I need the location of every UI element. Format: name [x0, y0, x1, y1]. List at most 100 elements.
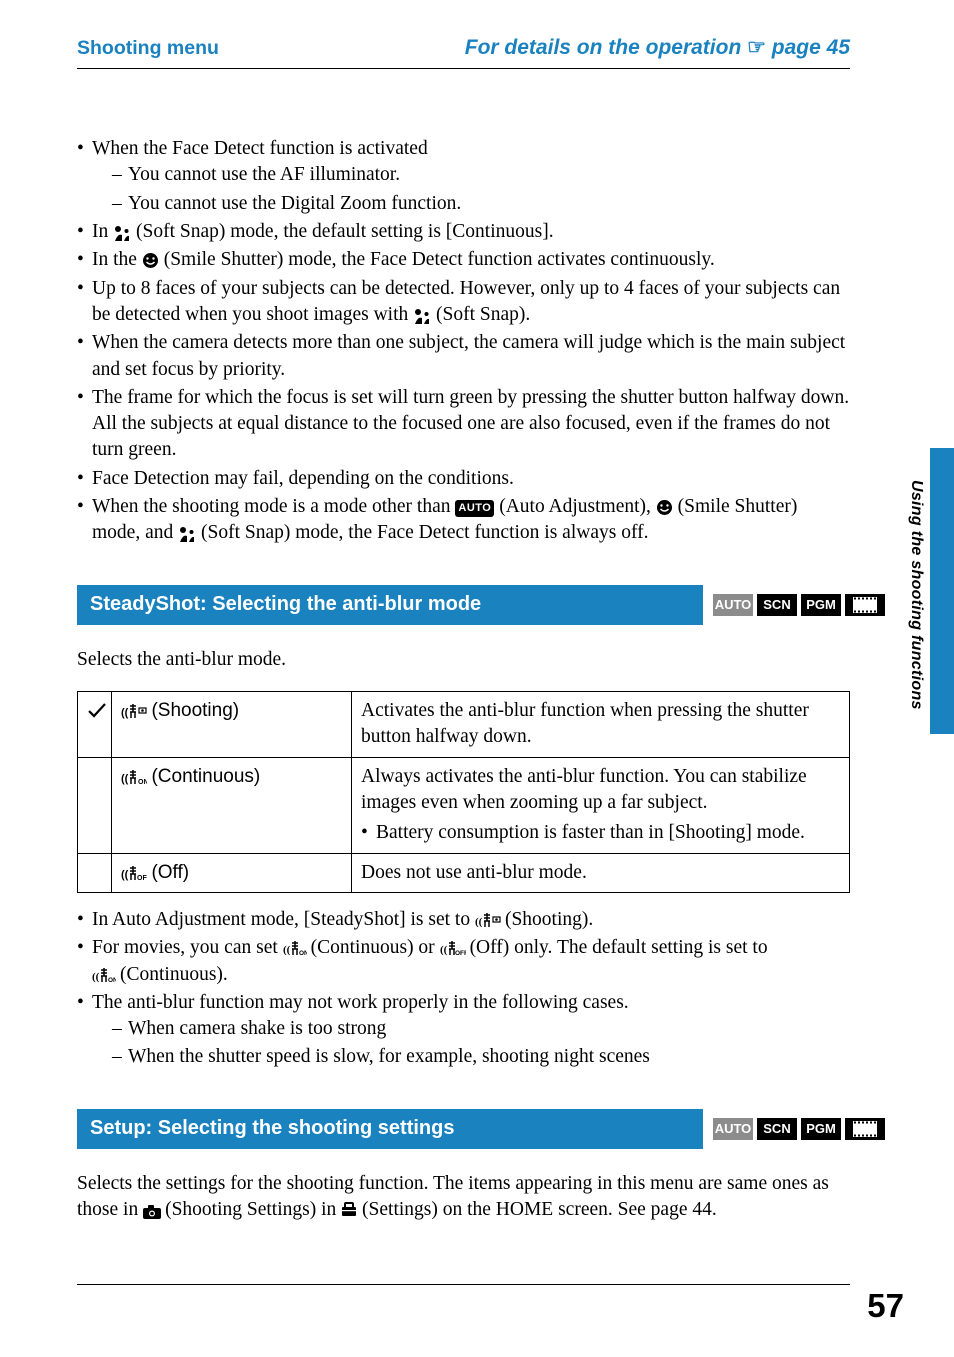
setup-description: Selects the settings for the shooting fu… — [77, 1171, 850, 1224]
face-detect-notes: When the Face Detect function is activat… — [77, 136, 850, 547]
table-row: (( ON (Continuous) Always activates the a… — [78, 757, 850, 853]
side-section-label: Using the shooting functions — [905, 480, 927, 710]
svg-text:((: (( — [440, 944, 448, 956]
mode-availability-badges: AUTO SCN PGM — [713, 1118, 885, 1140]
option-note: Battery consumption is faster than in [S… — [361, 820, 840, 846]
note-item: When the Face Detect function is activat… — [77, 136, 850, 217]
note-text: (Soft Snap) mode, the Face Detect functi… — [196, 522, 648, 543]
sub-note: When the shutter speed is slow, for exam… — [112, 1044, 850, 1070]
pointing-hand-icon: ☞ — [747, 36, 766, 59]
note-item: In Auto Adjustment mode, [SteadyShot] is… — [77, 907, 850, 933]
steadyshot-notes: In Auto Adjustment mode, [SteadyShot] is… — [77, 907, 850, 1071]
header-rule — [77, 68, 850, 69]
smile-shutter-icon — [142, 250, 159, 273]
note-text: When the Face Detect function is activat… — [92, 138, 428, 159]
steadyshot-options-table: (( (Shooting) Activates the anti-blur fu… — [77, 691, 850, 893]
desc-text: (Settings) on the HOME screen. See page … — [362, 1199, 717, 1220]
steadyshot-shooting-icon: (( — [475, 913, 505, 930]
note-text: (Shooting). — [505, 909, 593, 930]
badge-scn: SCN — [757, 1118, 797, 1140]
note-item: When the shooting mode is a mode other t… — [77, 494, 850, 547]
svg-text:OFF: OFF — [137, 875, 147, 882]
option-name-text: (Continuous) — [151, 766, 260, 787]
soft-snap-icon — [178, 523, 196, 546]
svg-text:((: (( — [92, 971, 100, 983]
option-name-text: (Shooting) — [151, 700, 239, 721]
table-row: (( (Shooting) Activates the anti-blur fu… — [78, 692, 850, 758]
note-item: The anti-blur function may not work prop… — [77, 990, 850, 1071]
side-tab-marker — [930, 448, 954, 734]
op-link-page: page 45 — [766, 36, 850, 59]
badge-auto: AUTO — [713, 594, 753, 616]
badge-scn: SCN — [757, 594, 797, 616]
op-link-prefix: For details on the operation — [465, 36, 747, 59]
option-desc-text: Always activates the anti-blur function.… — [361, 766, 807, 813]
steadyshot-continuous-icon: (( ON — [92, 968, 120, 985]
note-text: (Smile Shutter) mode, the Face Detect fu… — [159, 249, 715, 270]
note-text: When the shooting mode is a mode other t… — [92, 496, 455, 517]
svg-text:((: (( — [475, 916, 483, 928]
option-label-shooting: (( (Shooting) — [112, 692, 352, 758]
smile-shutter-icon — [656, 497, 673, 520]
empty-cell — [78, 853, 112, 892]
svg-text:((: (( — [121, 773, 129, 785]
breadcrumb-section: Shooting menu — [77, 35, 219, 61]
badge-movie-icon — [845, 594, 885, 616]
soft-snap-icon — [113, 222, 131, 245]
option-label-continuous: (( ON (Continuous) — [112, 757, 352, 853]
steadyshot-off-icon: (( OFF — [121, 866, 151, 883]
note-text: (Off) only. The default setting is set t… — [470, 937, 768, 958]
svg-text:ON: ON — [138, 779, 147, 786]
note-item: Up to 8 faces of your subjects can be de… — [77, 276, 850, 329]
note-text: (Soft Snap). — [431, 304, 530, 325]
note-item: When the camera detects more than one su… — [77, 330, 850, 383]
steadyshot-continuous-icon: (( ON — [121, 770, 151, 787]
sub-note: You cannot use the AF illuminator. — [112, 162, 850, 188]
option-label-off: (( OFF (Off) — [112, 853, 352, 892]
steadyshot-shooting-icon: (( — [121, 704, 151, 721]
steadyshot-continuous-icon: (( ON — [283, 941, 311, 958]
badge-pgm: PGM — [801, 1118, 841, 1140]
steadyshot-intro: Selects the anti-blur mode. — [77, 647, 850, 673]
note-text: In the — [92, 249, 142, 270]
sub-note: When camera shake is too strong — [112, 1016, 850, 1042]
steadyshot-heading: SteadyShot: Selecting the anti-blur mode — [77, 585, 703, 625]
note-text: In — [92, 221, 113, 242]
svg-text:((: (( — [121, 869, 129, 881]
empty-cell — [78, 757, 112, 853]
setup-heading: Setup: Selecting the shooting settings — [77, 1109, 703, 1149]
option-desc: Does not use anti-blur mode. — [352, 853, 850, 892]
note-item: The frame for which the focus is set wil… — [77, 385, 850, 464]
note-text: In Auto Adjustment mode, [SteadyShot] is… — [92, 909, 475, 930]
badge-auto: AUTO — [713, 1118, 753, 1140]
svg-text:ON: ON — [108, 977, 116, 984]
svg-text:((: (( — [121, 707, 129, 719]
auto-mode-icon: AUTO — [455, 500, 494, 518]
mode-availability-badges: AUTO SCN PGM — [713, 594, 885, 616]
note-text: (Continuous). — [120, 964, 228, 985]
operation-page-link[interactable]: For details on the operation ☞ page 45 — [465, 34, 850, 62]
note-item: Face Detection may fail, depending on th… — [77, 466, 850, 492]
option-desc: Always activates the anti-blur function.… — [352, 757, 850, 853]
badge-pgm: PGM — [801, 594, 841, 616]
steadyshot-off-icon: ((OFF — [440, 941, 470, 958]
toolbox-icon — [341, 1199, 362, 1220]
badge-movie-icon — [845, 1118, 885, 1140]
note-item: For movies, you can set (( ON (Continuous… — [77, 935, 850, 988]
note-item: In (Soft Snap) mode, the default setting… — [77, 219, 850, 245]
note-text: (Continuous) or — [311, 937, 440, 958]
footer-rule — [77, 1284, 850, 1285]
default-check-icon — [78, 692, 112, 758]
page-number: 57 — [867, 1284, 904, 1329]
svg-text:ON: ON — [299, 950, 307, 957]
note-text: The anti-blur function may not work prop… — [92, 992, 629, 1013]
sub-note: You cannot use the Digital Zoom function… — [112, 191, 850, 217]
note-text: (Soft Snap) mode, the default setting is… — [131, 221, 553, 242]
svg-text:((: (( — [283, 944, 291, 956]
soft-snap-icon — [413, 305, 431, 328]
note-text: For movies, you can set — [92, 937, 283, 958]
option-desc: Activates the anti-blur function when pr… — [352, 692, 850, 758]
option-name-text: (Off) — [151, 862, 189, 883]
desc-text: (Shooting Settings) in — [165, 1199, 341, 1220]
camera-icon — [143, 1203, 165, 1220]
